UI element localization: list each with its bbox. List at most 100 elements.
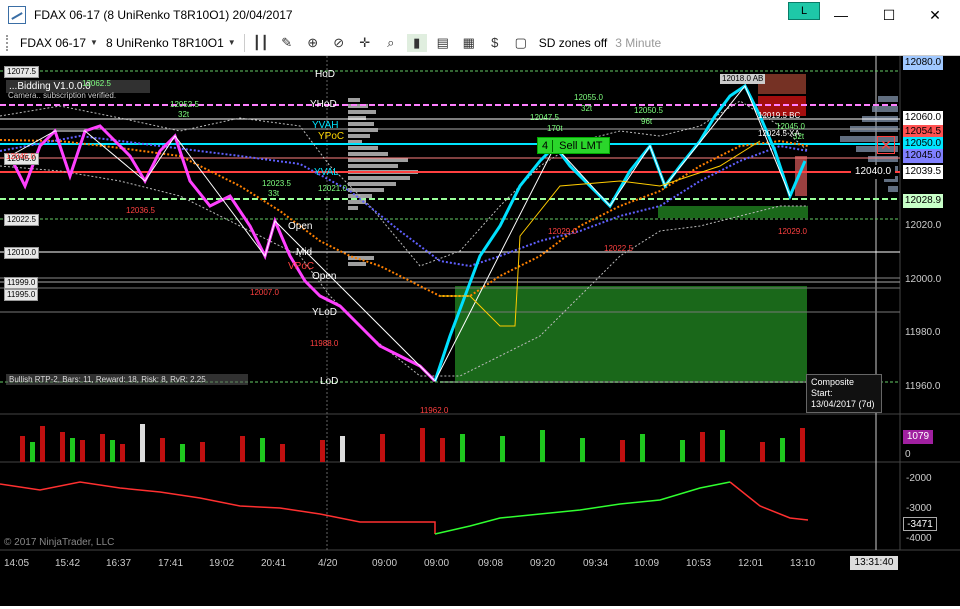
toolbar-grip[interactable]: [6, 34, 12, 51]
minimize-button[interactable]: —: [818, 0, 864, 30]
swing-low-label: 12007.0: [250, 288, 279, 297]
level-marker-ylod: YLoD: [312, 307, 338, 318]
cumulative-delta-line: [0, 481, 809, 535]
swing-high-label: 12062.5: [82, 79, 111, 88]
time-axis-label: 09:34: [583, 558, 609, 569]
swing-high-label: 12055.0: [574, 93, 603, 102]
window-title: FDAX 06-17 (8 UniRenko T8R10O1) 20/04/20…: [34, 8, 293, 22]
close-button[interactable]: ✕: [912, 0, 958, 30]
properties-icon[interactable]: ▢: [511, 34, 531, 52]
strategy-subscription: Camera.. subscription verified.: [8, 91, 117, 100]
price-tag-vwap: 12045.0: [903, 149, 943, 163]
level-marker-mid: Mid: [296, 247, 313, 258]
time-axis-label: 16:37: [106, 558, 132, 569]
swing-high-label: 12052.5: [170, 100, 199, 109]
demand-zone: [455, 286, 807, 381]
time-axis-label: 10:53: [686, 558, 712, 569]
time-axis-label: 09:20: [530, 558, 556, 569]
level-marker-ypoc: YPoC: [318, 131, 345, 142]
level-marker-open: Open: [288, 221, 313, 232]
swing-low-label: 12036.5: [126, 206, 155, 215]
swing-high-ticks: 170t: [547, 124, 563, 133]
price-axis-tick: 12020.0: [905, 220, 942, 231]
time-axis-label: 13:10: [790, 558, 816, 569]
time-axis-label: 19:02: [209, 558, 235, 569]
volume-bars: [20, 424, 805, 462]
swing-high-label: 12021.0: [318, 184, 347, 193]
trade-stats: Bullish RTP-2, Bars: 11, Reward: 18, Ris…: [6, 374, 248, 385]
swing-low-label: 12045.0: [6, 152, 35, 161]
level-label: 11995.0: [4, 289, 39, 301]
swing-low-label: 11988.0: [310, 339, 339, 348]
bar-style-icon[interactable]: ┃┃: [251, 34, 271, 52]
sd-zones-toggle[interactable]: SD zones off: [539, 36, 607, 50]
price-tag-level: 12028.9: [903, 194, 943, 208]
time-axis-label: 09:00: [424, 558, 450, 569]
level-label: 12022.5: [4, 214, 39, 226]
swing-high-ticks: 32t: [581, 104, 593, 113]
zone-label: 12024.5 XA: [758, 129, 800, 138]
level-marker-open2: Open: [312, 271, 337, 282]
composite-title: Composite Start:: [811, 377, 855, 398]
timeframe-label[interactable]: 3 Minute: [615, 36, 661, 50]
price-tag: 12060.0: [903, 111, 943, 125]
time-axis-label: 17:41: [158, 558, 184, 569]
bar-type-label: 8 UniRenko T8R10O1: [105, 35, 224, 50]
level-marker-yval: YVAL: [314, 167, 339, 178]
price-tag-last: 12039.5: [903, 165, 943, 179]
toolbar-divider: [243, 33, 245, 52]
pin-icon[interactable]: ⊕: [303, 34, 323, 52]
level-label: 12077.5: [4, 66, 39, 78]
zone-label: 12019.5 BC: [758, 111, 801, 120]
level-marker-hod: HoD: [315, 69, 336, 80]
swing-high-label: 12023.5: [262, 179, 291, 188]
chart-toolbar: FDAX 06-17 ▼ 8 UniRenko T8R10O1 ▼ ┃┃ ✎ ⊕…: [0, 30, 960, 56]
indicator-tick: -2000: [906, 473, 932, 484]
price-tag-hod: 12080.0: [903, 56, 943, 70]
pencil-icon[interactable]: ✎: [277, 34, 297, 52]
link-badge[interactable]: L: [788, 2, 820, 20]
dollar-icon[interactable]: $: [485, 34, 505, 52]
time-axis-label: 10:09: [634, 558, 660, 569]
link-icon[interactable]: ⊘: [329, 34, 349, 52]
time-axis-label: 09:00: [372, 558, 398, 569]
level-marker-yhod: YHoD: [310, 99, 337, 110]
indicators-icon[interactable]: ▮: [406, 33, 427, 52]
chart-trader-icon[interactable]: ▦: [459, 34, 479, 52]
time-axis-label: 4/20: [318, 558, 338, 569]
price-axis-tick: 12000.0: [905, 274, 942, 285]
title-bar: FDAX 06-17 (8 UniRenko T8R10O1) 20/04/20…: [0, 0, 960, 30]
instrument-label: FDAX 06-17: [20, 35, 87, 50]
swing-high-label: 12047.5: [530, 113, 559, 122]
chevron-down-icon: ▼: [90, 38, 98, 47]
level-marker-yvah: YVAH: [312, 120, 339, 131]
indicator-value: -3471: [903, 517, 937, 531]
swing-low-label: 12022.5: [604, 244, 633, 253]
composite-date: 13/04/2017 (7d): [811, 399, 875, 409]
crosshair-icon[interactable]: ✛: [355, 34, 375, 52]
chart-panel[interactable]: 12080.0 12060.0 12054.5 12050.0 12045.0 …: [0, 56, 960, 606]
current-time: 13:31:40: [850, 556, 898, 570]
time-axis-label: 12:01: [738, 558, 764, 569]
strategy-icon[interactable]: ▤: [433, 34, 453, 52]
order-label[interactable]: Sell LMT: [553, 140, 608, 152]
sell-limit-order[interactable]: 4 Sell LMT: [537, 137, 610, 154]
volume-zero: 0: [905, 449, 911, 460]
zoom-icon[interactable]: ⌕: [381, 34, 401, 52]
order-quantity[interactable]: 4: [538, 139, 554, 152]
swing-high-label: 12050.5: [634, 106, 663, 115]
level-marker-vpoc: VPoC: [288, 261, 315, 272]
swing-high-ticks: 33t: [268, 189, 280, 198]
swing-low-label: 12029.0: [548, 227, 577, 236]
last-price-inner: 12040.0: [851, 165, 895, 179]
bar-type-selector[interactable]: 8 UniRenko T8R10O1 ▼: [106, 36, 236, 50]
instrument-selector[interactable]: FDAX 06-17 ▼: [20, 36, 98, 50]
maximize-button[interactable]: ☐: [866, 0, 912, 30]
time-axis-label: 15:42: [55, 558, 81, 569]
chevron-down-icon: ▼: [227, 38, 236, 47]
level-label: 12010.0: [4, 247, 39, 259]
cancel-order-button[interactable]: ✕: [877, 136, 895, 154]
price-axis-tick: 11960.0: [905, 381, 941, 392]
swing-low-label: 12029.0: [778, 227, 807, 236]
copyright: © 2017 NinjaTrader, LLC: [4, 537, 115, 548]
